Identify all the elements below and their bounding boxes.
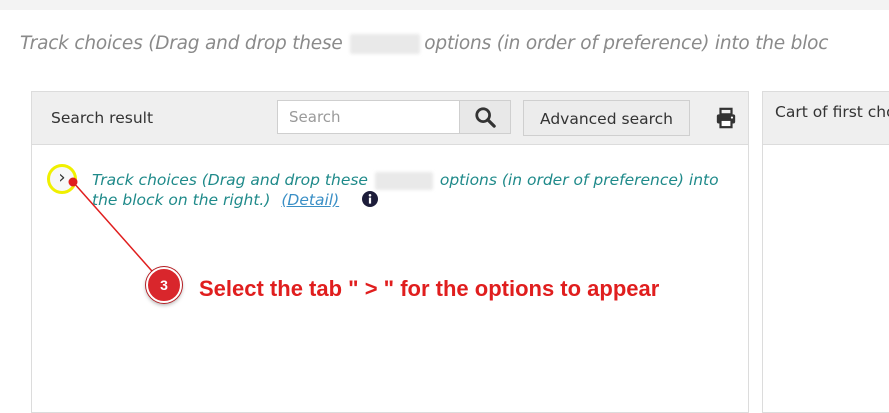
info-icon[interactable] [362,191,379,212]
search-input[interactable] [277,100,459,134]
expand-toggle-button[interactable]: › [47,164,77,194]
detail-link[interactable]: (Detail) [281,191,339,209]
step-number-badge: 3 [146,267,182,303]
page-instruction: Track choices (Drag and drop these optio… [20,33,828,54]
search-result-panel-header: Search result Advanced search [32,92,748,145]
tree-item: Track choices (Drag and drop these optio… [92,170,732,212]
instruction-text-end: options (in order of preference) into th… [424,33,829,54]
redacted-text [350,34,421,54]
cart-panel-header: Cart of first cho [763,92,889,145]
instruction-text-start: Track choices (Drag and drop these [20,33,343,54]
cart-panel: Cart of first cho [762,91,889,413]
chevron-right-icon: › [58,167,66,188]
search-icon [475,107,496,128]
print-icon [716,107,736,129]
panel-title: Search result [51,109,154,127]
search-result-panel: Search result Advanced search [31,91,749,413]
cart-panel-title: Cart of first cho [775,103,889,121]
print-button[interactable] [714,106,738,130]
top-strip [0,0,889,10]
tree-item-text-start: Track choices (Drag and drop these [92,171,368,189]
redacted-text [374,171,433,190]
annotation-text: Select the tab " > " for the options to … [199,276,660,301]
search-button[interactable] [459,100,511,134]
advanced-search-button[interactable]: Advanced search [523,100,690,136]
